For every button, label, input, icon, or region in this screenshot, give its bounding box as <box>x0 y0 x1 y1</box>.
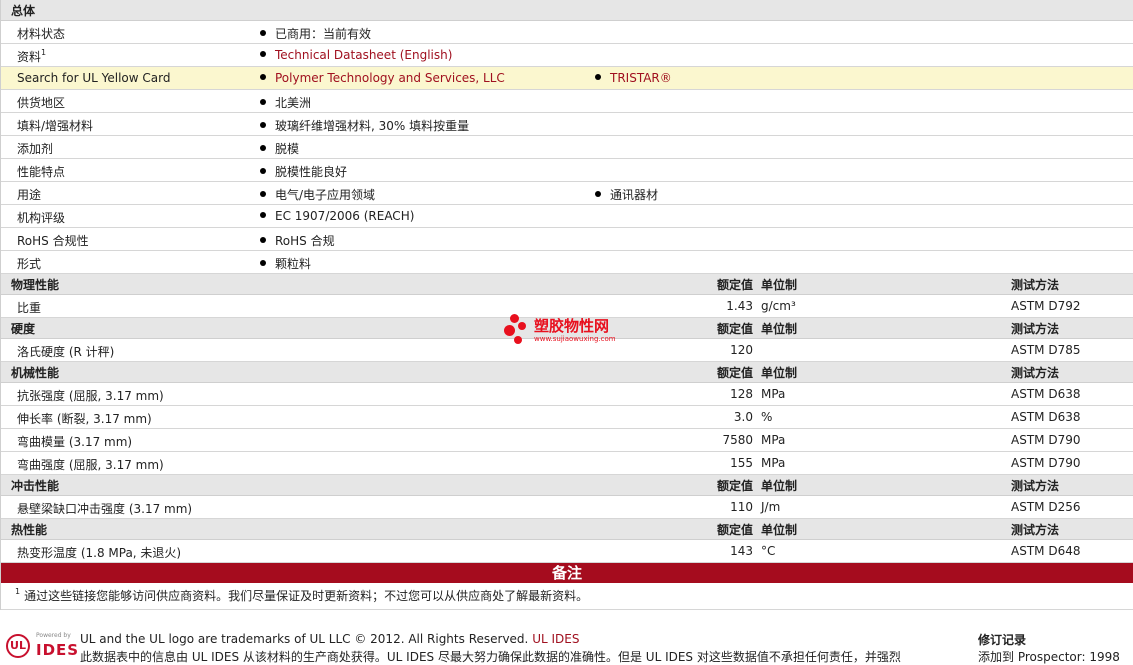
row-label: RoHS 合规性 <box>17 234 89 248</box>
general-row-filler: 填料/增强材料 玻璃纤维增强材料, 30% 填料按重量 <box>1 113 1133 136</box>
watermark-dot-icon <box>510 314 519 323</box>
row-label: 机构评级 <box>17 211 66 225</box>
ul-ides-logo: UL Powered by IDES <box>6 632 80 660</box>
bullet-icon <box>260 168 266 174</box>
general-row-status: 材料状态 已商用：当前有效 <box>1 21 1133 44</box>
bullet-item: 颗粒料 <box>260 255 311 272</box>
bullet-icon <box>260 122 266 128</box>
general-row-form: 形式 颗粒料 <box>1 251 1133 274</box>
bullet-item: 脱模 <box>260 140 299 157</box>
ides-logo-text: IDES <box>36 641 80 659</box>
row-label: 填料/增强材料 <box>17 119 94 133</box>
row-label: 用途 <box>17 188 42 202</box>
general-row-region: 供货地区 北美洲 <box>1 90 1133 113</box>
section-header-physical: 物理性能 额定值 单位制 测试方法 <box>1 274 1133 295</box>
bullet-icon <box>260 260 266 266</box>
bullet-item: 通讯器材 <box>595 186 658 203</box>
row-label: 添加剂 <box>17 142 54 156</box>
general-row-agency: 机构评级 EC 1907/2006 (REACH) <box>1 205 1133 228</box>
bullet-item: 北美洲 <box>260 94 311 111</box>
general-row-additive: 添加剂 脱模 <box>1 136 1133 159</box>
col-header-method: 测试方法 <box>1011 278 1060 292</box>
copyright-text: UL and the UL logo are trademarks of UL … <box>80 632 580 646</box>
ul-logo-icon: UL <box>6 634 30 658</box>
row-label: 性能特点 <box>17 165 66 179</box>
row-label: 供货地区 <box>17 96 66 110</box>
general-row-features: 性能特点 脱模性能良好 <box>1 159 1133 182</box>
row-label: 资料1 <box>17 48 47 64</box>
notes-header: 备注 <box>1 563 1133 583</box>
property-row: 悬壁梁缺口冲击强度 (3.17 mm) 110 J/m ASTM D256 <box>1 496 1133 519</box>
powered-by-text: Powered by <box>36 632 71 639</box>
note-text: 1 通过这些链接您能够访问供应商资料。我们尽量保证及时更新资料；不过您可以从供应商… <box>15 587 589 603</box>
bullet-item: 已商用：当前有效 <box>260 25 371 42</box>
bullet-item: 玻璃纤维增强材料, 30% 填料按重量 <box>260 117 469 134</box>
footer: UL Powered by IDES UL and the UL logo ar… <box>0 628 1133 664</box>
revision-line: 添加到 Prospector: 1998 <box>978 650 1120 664</box>
bullet-item: EC 1907/2006 (REACH) <box>260 209 414 223</box>
watermark-logo: 塑胶物性网 www.sujiaowuxing.com <box>504 314 634 348</box>
watermark-dot-icon <box>514 336 522 344</box>
revision-title: 修订记录 <box>978 633 1027 647</box>
bullet-icon <box>260 237 266 243</box>
bullet-icon <box>260 99 266 105</box>
bullet-icon <box>260 74 266 80</box>
section-header-impact: 冲击性能 额定值 单位制 测试方法 <box>1 475 1133 496</box>
section-title: 总体 <box>11 4 36 18</box>
disclaimer-text: 此数据表中的信息由 UL IDES 从该材料的生产商处获得。UL IDES 尽最… <box>80 650 901 664</box>
col-header-unit: 单位制 <box>761 278 798 292</box>
general-row-documents: 资料1 Technical Datasheet (English) <box>1 44 1133 67</box>
bullet-icon <box>260 30 266 36</box>
property-row: 热变形温度 (1.8 MPa, 未退火) 143 °C ASTM D648 <box>1 540 1133 563</box>
section-header-thermal: 热性能 额定值 单位制 测试方法 <box>1 519 1133 540</box>
bullet-icon <box>260 191 266 197</box>
note-row: 1 通过这些链接您能够访问供应商资料。我们尽量保证及时更新资料；不过您可以从供应商… <box>1 583 1133 610</box>
ul-ides-link[interactable]: UL IDES <box>532 632 579 646</box>
property-row: 弯曲模量 (3.17 mm) 7580 MPa ASTM D790 <box>1 429 1133 452</box>
bullet-item: Polymer Technology and Services, LLC <box>260 71 505 85</box>
section-header-general: 总体 <box>1 0 1133 21</box>
bullet-icon <box>260 145 266 151</box>
property-row: 抗张强度 (屈服, 3.17 mm) 128 MPa ASTM D638 <box>1 383 1133 406</box>
tradename-link[interactable]: TRISTAR® <box>610 71 672 85</box>
col-header-value: 额定值 <box>716 278 753 292</box>
bullet-icon <box>595 74 601 80</box>
supplier-link[interactable]: Polymer Technology and Services, LLC <box>275 71 505 85</box>
bullet-item: 脱模性能良好 <box>260 163 347 180</box>
technical-datasheet-link[interactable]: Technical Datasheet (English) <box>275 48 452 62</box>
general-row-yellow-card: Search for UL Yellow Card Polymer Techno… <box>1 67 1133 90</box>
bullet-item: RoHS 合规 <box>260 232 335 249</box>
property-row: 伸长率 (断裂, 3.17 mm) 3.0 % ASTM D638 <box>1 406 1133 429</box>
bullet-icon <box>260 212 266 218</box>
bullet-item: TRISTAR® <box>595 71 672 85</box>
watermark-url: www.sujiaowuxing.com <box>534 335 616 343</box>
row-label: 材料状态 <box>17 27 66 41</box>
row-label: Search for UL Yellow Card <box>17 71 171 85</box>
section-header-mechanical: 机械性能 额定值 单位制 测试方法 <box>1 362 1133 383</box>
datasheet-table: 总体 材料状态 已商用：当前有效 资料1 Technical Datasheet… <box>0 0 1133 610</box>
general-row-rohs: RoHS 合规性 RoHS 合规 <box>1 228 1133 251</box>
bullet-icon <box>595 191 601 197</box>
watermark-text: 塑胶物性网 <box>534 317 610 335</box>
bullet-icon <box>260 51 266 57</box>
bullet-item: Technical Datasheet (English) <box>260 48 452 62</box>
general-row-uses: 用途 电气/电子应用领域 通讯器材 <box>1 182 1133 205</box>
property-row: 弯曲强度 (屈服, 3.17 mm) 155 MPa ASTM D790 <box>1 452 1133 475</box>
watermark-dot-icon <box>504 325 515 336</box>
watermark-dot-icon <box>518 322 526 330</box>
row-label: 形式 <box>17 257 42 271</box>
bullet-item: 电气/电子应用领域 <box>260 186 375 203</box>
